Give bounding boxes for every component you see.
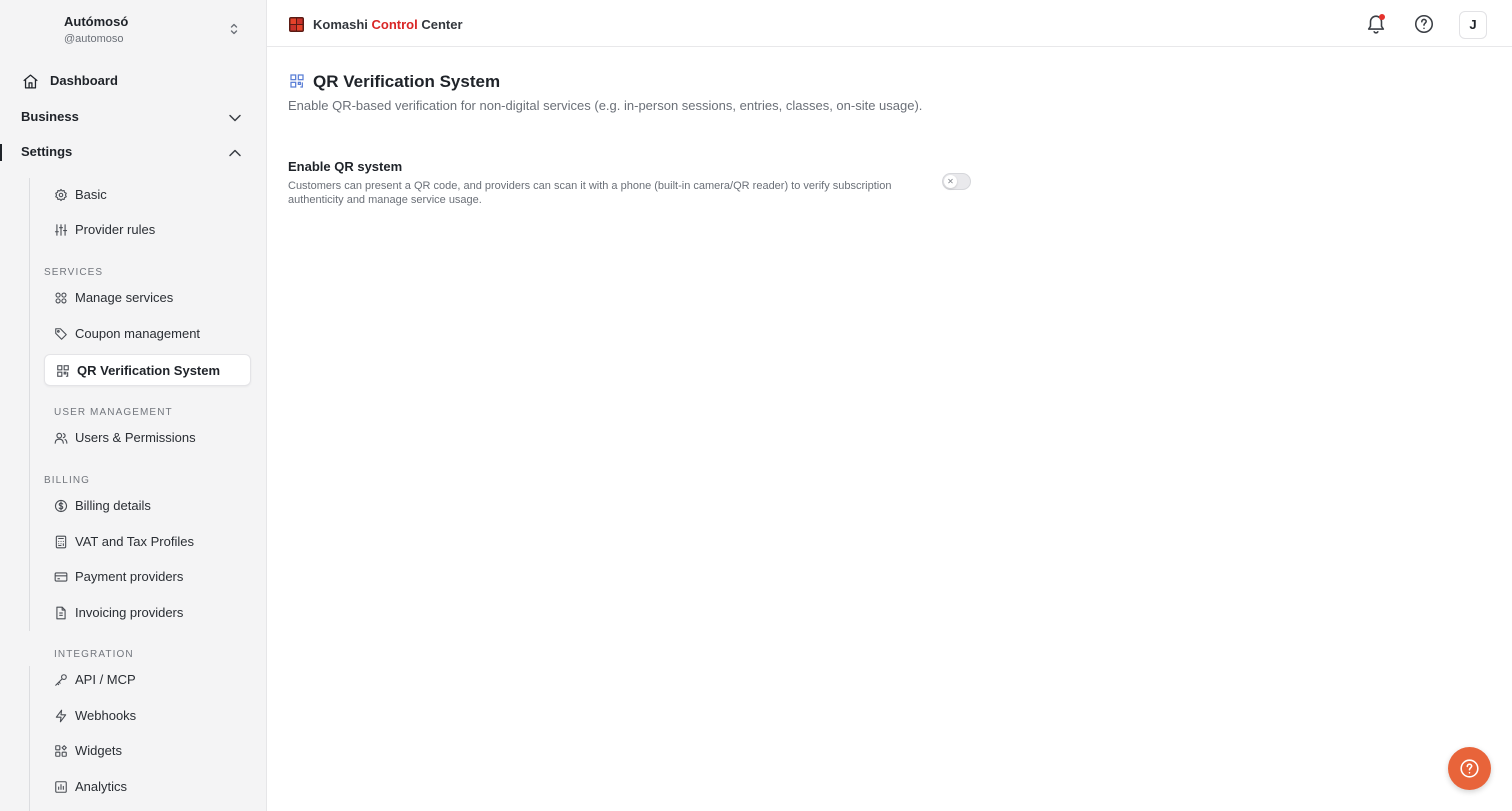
enable-qr-toggle[interactable]: ✕ — [942, 173, 971, 190]
sidebar-item-label: VAT and Tax Profiles — [75, 534, 194, 549]
top-header: Komashi Control Center J — [267, 0, 1512, 47]
section-label-integration: INTEGRATION — [54, 649, 134, 660]
page-subtitle: Enable QR-based verification for non-dig… — [288, 98, 923, 113]
account-name: Autómosó — [64, 14, 129, 29]
sidebar-item-billing-details[interactable]: Billing details — [44, 490, 251, 522]
sidebar: Autómosó @automoso Dashboard Business Se… — [0, 0, 267, 811]
grid-icon — [54, 291, 68, 305]
sidebar-item-label: Manage services — [75, 290, 174, 305]
sidebar-item-payment-providers[interactable]: Payment providers — [44, 561, 251, 593]
account-handle: @automoso — [64, 33, 124, 45]
main-content: QR Verification System Enable QR-based v… — [267, 47, 1512, 811]
notification-badge — [1379, 14, 1385, 20]
sidebar-item-basic[interactable]: Basic — [44, 179, 251, 211]
nav-business-label: Business — [21, 109, 79, 124]
sidebar-item-label: Widgets — [75, 743, 122, 758]
chevrons-up-down-icon[interactable] — [228, 21, 240, 37]
gear-icon — [54, 188, 68, 202]
sidebar-item-label: Coupon management — [75, 326, 201, 341]
sidebar-item-webhooks[interactable]: Webhooks — [44, 700, 251, 732]
brand-name-part: Komashi — [313, 17, 372, 32]
brand-name-part: Center — [417, 17, 463, 32]
key-icon — [54, 673, 68, 687]
sidebar-item-label: Analytics — [75, 779, 128, 794]
sidebar-item-label: Invoicing providers — [75, 605, 184, 620]
dollar-circle-icon — [54, 499, 68, 513]
setting-description: Customers can present a QR code, and pro… — [288, 180, 892, 206]
help-circle-icon — [1413, 13, 1435, 35]
document-icon — [54, 606, 68, 620]
sidebar-item-label: Billing details — [75, 498, 151, 513]
qr-code-icon — [56, 364, 70, 378]
support-chat-button[interactable] — [1448, 747, 1491, 790]
home-icon — [22, 73, 39, 90]
calculator-icon — [54, 535, 68, 549]
sidebar-item-vat-tax[interactable]: VAT and Tax Profiles — [44, 526, 251, 558]
sidebar-item-api-mcp[interactable]: API / MCP — [44, 664, 251, 696]
nav-dashboard[interactable]: Dashboard — [0, 65, 266, 97]
sidebar-item-label: Users & Permissions — [75, 430, 196, 445]
section-label-user-management: USER MANAGEMENT — [54, 407, 173, 418]
sidebar-item-users-permissions[interactable]: Users & Permissions — [44, 422, 251, 454]
tree-guide-line — [29, 666, 30, 811]
sidebar-item-manage-services[interactable]: Manage services — [44, 282, 251, 314]
nav-business[interactable]: Business — [0, 101, 266, 133]
sidebar-item-label: Webhooks — [75, 708, 137, 723]
help-button[interactable] — [1413, 13, 1435, 35]
notifications-button[interactable] — [1365, 13, 1387, 35]
section-label-services: SERVICES — [44, 267, 104, 278]
credit-card-icon — [54, 570, 68, 584]
page-title: QR Verification System — [313, 72, 501, 91]
users-icon — [54, 431, 68, 445]
tree-guide-line — [29, 178, 30, 631]
sidebar-item-label: Payment providers — [75, 569, 184, 584]
tag-icon — [54, 327, 68, 341]
sidebar-item-label: Basic — [75, 187, 107, 202]
sidebar-item-invoicing-providers[interactable]: Invoicing providers — [44, 597, 251, 629]
setting-title: Enable QR system — [288, 159, 403, 174]
chevron-up-icon — [228, 146, 242, 160]
section-label-billing: BILLING — [44, 475, 91, 486]
bolt-icon — [54, 709, 68, 723]
sidebar-item-label: QR Verification System — [77, 363, 221, 378]
brand-name[interactable]: Komashi Control Center — [313, 17, 463, 32]
chart-icon — [54, 780, 68, 794]
sidebar-item-analytics[interactable]: Analytics — [44, 771, 251, 803]
qr-code-icon — [289, 73, 305, 89]
chevron-down-icon — [228, 111, 242, 125]
brand-logo-icon[interactable] — [289, 17, 304, 32]
sidebar-item-qr-verification[interactable]: QR Verification System — [44, 354, 251, 386]
account-switcher[interactable]: Autómosó @automoso — [64, 14, 244, 48]
brand-name-accent: Control — [371, 17, 418, 32]
widgets-icon — [54, 744, 68, 758]
toggle-off-x-icon: ✕ — [944, 175, 957, 188]
sidebar-item-coupon-management[interactable]: Coupon management — [44, 318, 251, 350]
sliders-icon — [54, 223, 68, 237]
sidebar-item-provider-rules[interactable]: Provider rules — [44, 214, 251, 246]
sidebar-item-label: API / MCP — [75, 672, 136, 687]
nav-dashboard-label: Dashboard — [50, 73, 118, 88]
sidebar-item-label: Provider rules — [75, 222, 156, 237]
nav-settings[interactable]: Settings — [0, 136, 266, 168]
nav-settings-label: Settings — [21, 144, 73, 159]
user-avatar[interactable]: J — [1459, 11, 1487, 39]
sidebar-item-widgets[interactable]: Widgets — [44, 735, 251, 767]
